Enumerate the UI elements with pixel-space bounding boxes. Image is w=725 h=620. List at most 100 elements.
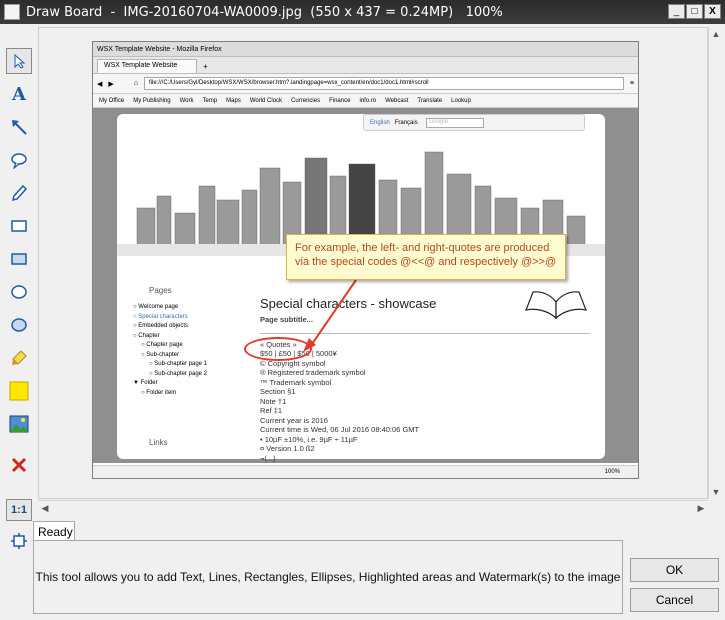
window-title: Draw Board - IMG-20160704-WA0009.jpg (55… [26,4,503,20]
bookmark-item: Maps [226,97,241,104]
webpage: English Français Google Pages ○ Welcome … [93,108,638,463]
ok-button[interactable]: OK [630,558,719,582]
highlighter-tool[interactable] [6,345,32,371]
content-line: ™ Trademark symbol [260,377,332,387]
delete-icon [11,457,27,473]
sidebar-nav-item: ○ Embedded objects [133,323,188,329]
close-button[interactable]: X [704,4,721,19]
bookmark-item: Translate [417,97,443,104]
arrow-icon [12,120,27,135]
text-icon: A [12,83,26,105]
status-message: This tool allows you to add Text, Lines,… [35,570,621,584]
scroll-up-icon[interactable]: ▲ [709,27,723,41]
firefox-tabstrip: WSX Template Website + [93,57,638,74]
ellipse-tool[interactable] [6,312,32,338]
pencil-tool[interactable] [6,180,32,206]
select-tool[interactable] [6,48,32,74]
sidebar-nav-item: ○ Chapter [133,332,160,339]
firefox-statusbar: 100% [93,465,638,478]
app-icon [4,4,20,20]
minimize-button[interactable]: _ [668,4,685,19]
home-icon: ⌂ [133,80,139,87]
scroll-down-icon[interactable]: ▼ [709,485,723,499]
sidebar-nav-item: ○ Welcome page [133,304,179,310]
bookmark-item: World Clock [249,97,283,104]
fill-color-icon [9,381,29,401]
content-line: Ref ‡1 [260,406,283,415]
status-zoom: 100% [604,469,620,475]
watermark-tool[interactable] [6,411,32,437]
content-line: Section §1 [260,387,296,396]
bookmark-item: Finance [329,97,351,104]
watermark-image-icon [9,415,29,433]
callout-tool[interactable] [6,147,32,173]
sidebar-nav-item: ▼ Folder [133,380,158,386]
sidebar-nav-item: ○ Sub-chapter page 2 [149,370,207,377]
content-line: • 10µF ±10%, i.e. 9µF ÷ 11µF [260,434,358,444]
line-tool[interactable] [6,114,32,140]
text-tool[interactable]: A [6,81,32,107]
highlighter-icon [12,350,27,365]
ellipse-callout-icon [11,153,27,169]
rectangle-outline-tool[interactable] [6,213,32,239]
zoom-1-1-button[interactable]: 1:1 [6,499,32,521]
firefox-titlebar: WSX Template Website - Mozilla Firefox [93,42,638,57]
sidebar-nav-item: ○ Chapter page [141,342,183,348]
firefox-title: WSX Template Website - Mozilla Firefox [97,45,222,53]
content-line: © Copyright symbol [260,358,326,368]
content-line: Note †1 [260,396,287,406]
horizontal-scrollbar[interactable]: ◀ ▶ [38,500,708,514]
maximize-button[interactable]: □ [686,4,703,19]
lang-english: English [370,119,390,126]
content-line: Current time is Wed, 06 Jul 2016 08:40:0… [260,425,420,434]
bookmark-item: My Office [99,97,125,104]
rectangle-tool[interactable] [6,246,32,272]
content-line: Current year is 2016 [260,415,328,425]
content-line: ® Registered trademark symbol [260,368,366,377]
fit-view-button[interactable] [6,530,32,552]
bookmark-item: Work [179,97,194,104]
bookmark-item: Currencies [291,97,321,104]
select-icon [14,53,26,69]
scroll-left-icon[interactable]: ◀ [38,501,52,515]
bookmark-item: Webcast [385,97,409,104]
window-titlebar: Draw Board - IMG-20160704-WA0009.jpg (55… [0,0,725,24]
sidebar-nav-item: ○ Sub-chapter [141,351,179,358]
rectangle-outline-icon [11,220,27,232]
status-tab[interactable]: Ready [33,521,75,541]
vertical-scrollbar[interactable]: ▲ ▼ [708,27,723,499]
content-divider [260,332,590,334]
google-search-box: Google [425,117,484,128]
ellipse-icon [11,318,27,332]
sidebar-nav: ○ Welcome page ○ Special characters ○ Embe… [133,303,207,398]
back-icon: ◀ [97,80,103,88]
links-heading: Links [149,438,168,447]
ellipse-outline-icon [11,285,27,299]
fill-color-tool[interactable] [6,378,32,404]
content-line: ¤ Version 1.0 ß2 [260,444,315,453]
cancel-button[interactable]: Cancel [630,588,719,612]
bookmark-item: My Publishing [133,97,171,104]
sidebar-nav-item: ○ Sub-chapter page 1 [149,361,207,367]
content-line: ¬(...) [260,453,276,463]
forward-icon: ▶ [108,80,114,88]
firefox-tab: WSX Template Website [97,59,197,73]
tool-palette: A [2,44,34,554]
bookmark-item: Temp [202,97,218,104]
firefox-navbar: ◀ ▶ ⌂ file:///C:/Users/Gyl/Desktop/WSX/W… [93,74,638,94]
ellipse-outline-tool[interactable] [6,279,32,305]
bookmark-item: Lookup [451,97,471,104]
sidebar-nav-item: ○ Folder item [141,389,177,396]
annotation-callout[interactable]: For example, the left- and right-quotes … [286,234,566,280]
bookmarks-bar: My Office My Publishing Work Temp Maps World … [93,94,638,108]
status-panel: This tool allows you to add Text, Lines,… [33,540,623,614]
firefox-url: file:///C:/Users/Gyl/Desktop/WSX/WSX/bro… [144,77,624,90]
delete-tool[interactable] [6,452,32,478]
scroll-right-icon[interactable]: ▶ [694,501,708,515]
annotation-ellipse[interactable] [244,337,312,361]
new-tab-icon: + [203,62,208,71]
pages-heading: Pages [149,286,172,295]
rectangle-icon [11,253,27,265]
pencil-icon [11,184,28,202]
language-bar: English Français Google [363,114,585,131]
